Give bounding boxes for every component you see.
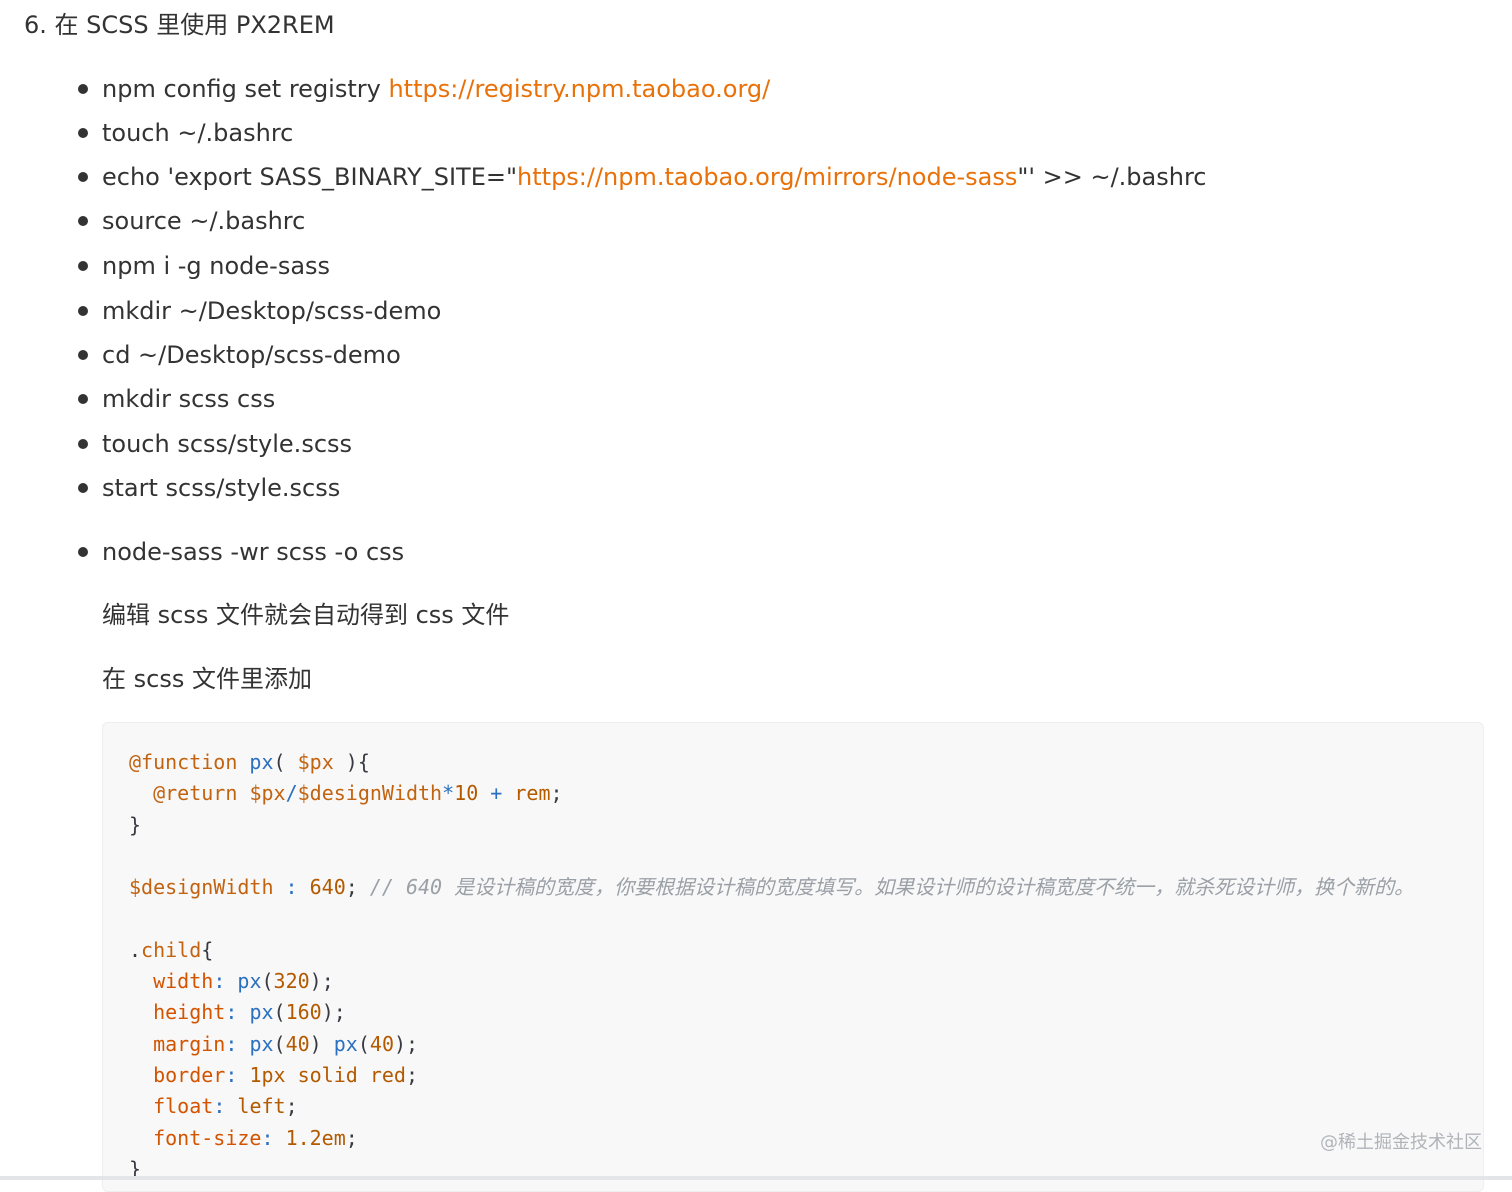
list-item: mkdir scss css	[78, 382, 276, 416]
code-token: ){	[333, 750, 370, 774]
registry-link[interactable]: https://registry.npm.taobao.org/	[388, 75, 770, 103]
code-token: 40	[369, 1031, 394, 1056]
code-token: px	[237, 969, 262, 994]
code-token: $px	[297, 750, 334, 774]
bullet-icon	[78, 84, 88, 94]
code-token: ;	[550, 781, 563, 806]
code-token: 160	[285, 1000, 322, 1025]
command-text: echo 'export SASS_BINARY_SITE="	[102, 163, 518, 191]
code-token: 320	[273, 969, 310, 994]
code-comment: // 640 是设计稿的宽度，你要根据设计稿的宽度填写。如果设计师的设计稿宽度不…	[369, 875, 1415, 900]
code-token: 40	[285, 1031, 310, 1056]
command-text: source ~/.bashrc	[102, 207, 306, 235]
command-text: touch ~/.bashrc	[102, 119, 294, 147]
bullet-icon	[78, 128, 88, 138]
bullet-icon	[78, 172, 88, 182]
code-property: height	[153, 1000, 226, 1025]
bullet-icon	[78, 261, 88, 271]
code-token: +	[478, 781, 515, 806]
list-item: node-sass -wr scss -o css	[78, 535, 405, 569]
code-token: rem	[514, 781, 551, 806]
bottom-divider	[0, 1176, 1512, 1180]
paragraph-add-to-scss: 在 scss 文件里添加	[102, 665, 312, 693]
code-token: px	[249, 750, 274, 774]
bullet-icon	[78, 350, 88, 360]
list-item: npm i -g node-sass	[78, 249, 331, 283]
bullet-icon	[78, 216, 88, 226]
list-item: mkdir ~/Desktop/scss-demo	[78, 294, 442, 328]
node-sass-mirror-link[interactable]: https://npm.taobao.org/mirrors/node-sass	[517, 163, 1017, 191]
bullet-icon	[78, 483, 88, 493]
code-token: px	[249, 1000, 274, 1025]
code-token: @function	[129, 750, 238, 774]
code-token: 1.2em	[285, 1125, 346, 1150]
section-heading: 6. 在 SCSS 里使用 PX2REM	[24, 11, 335, 39]
list-item: npm config set registry https://registry…	[78, 72, 770, 106]
code-token: /	[285, 781, 298, 806]
code-token: px	[249, 1031, 274, 1056]
code-token: *	[442, 781, 455, 806]
bullet-icon	[78, 306, 88, 316]
code-token: }	[129, 812, 142, 837]
command-text: npm config set registry	[102, 75, 389, 103]
list-item: cd ~/Desktop/scss-demo	[78, 338, 401, 372]
code-token: {	[201, 937, 214, 962]
bullet-icon	[78, 439, 88, 449]
code-token: .	[129, 937, 142, 962]
command-text: node-sass -wr scss -o css	[102, 538, 405, 566]
command-text: mkdir scss css	[102, 385, 276, 413]
command-text: start scss/style.scss	[102, 474, 341, 502]
code-token: ;	[345, 875, 370, 900]
bullet-icon	[78, 547, 88, 557]
bullet-icon	[78, 394, 88, 404]
command-text: mkdir ~/Desktop/scss-demo	[102, 297, 442, 325]
code-token: $px	[249, 781, 286, 806]
code-token: child	[141, 937, 202, 962]
code-block: @function px( $px ){ @return $px/$design…	[102, 722, 1484, 1192]
code-token: $designWidth	[129, 875, 274, 900]
code-token: 640	[309, 875, 346, 900]
code-token: :	[273, 875, 310, 900]
code-token: @return	[153, 781, 238, 806]
command-text: npm i -g node-sass	[102, 252, 331, 280]
code-token: 1px solid red	[249, 1062, 406, 1087]
code-token: 10	[454, 781, 479, 806]
code-property: width	[153, 969, 214, 994]
scss-code: @function px( $px ){ @return $px/$design…	[129, 750, 1415, 1181]
command-text: "' >> ~/.bashrc	[1017, 163, 1207, 191]
list-item: touch ~/.bashrc	[78, 116, 294, 150]
code-property: font-size	[153, 1125, 262, 1150]
code-property: border	[153, 1062, 226, 1087]
list-item: echo 'export SASS_BINARY_SITE="https://n…	[78, 160, 1207, 194]
code-token: $designWidth	[297, 781, 443, 806]
paragraph-auto-compile: 编辑 scss 文件就会自动得到 css 文件	[102, 601, 510, 629]
code-property: margin	[153, 1031, 226, 1056]
watermark-text: @稀土掘金技术社区	[1320, 1132, 1482, 1153]
command-text: cd ~/Desktop/scss-demo	[102, 341, 401, 369]
code-token: (	[273, 750, 298, 774]
code-token: left	[237, 1094, 286, 1119]
list-item: touch scss/style.scss	[78, 427, 353, 461]
code-token: px	[333, 1031, 358, 1056]
list-item: source ~/.bashrc	[78, 204, 306, 238]
code-property: float	[153, 1094, 214, 1119]
list-item: start scss/style.scss	[78, 471, 341, 505]
command-text: touch scss/style.scss	[102, 430, 353, 458]
